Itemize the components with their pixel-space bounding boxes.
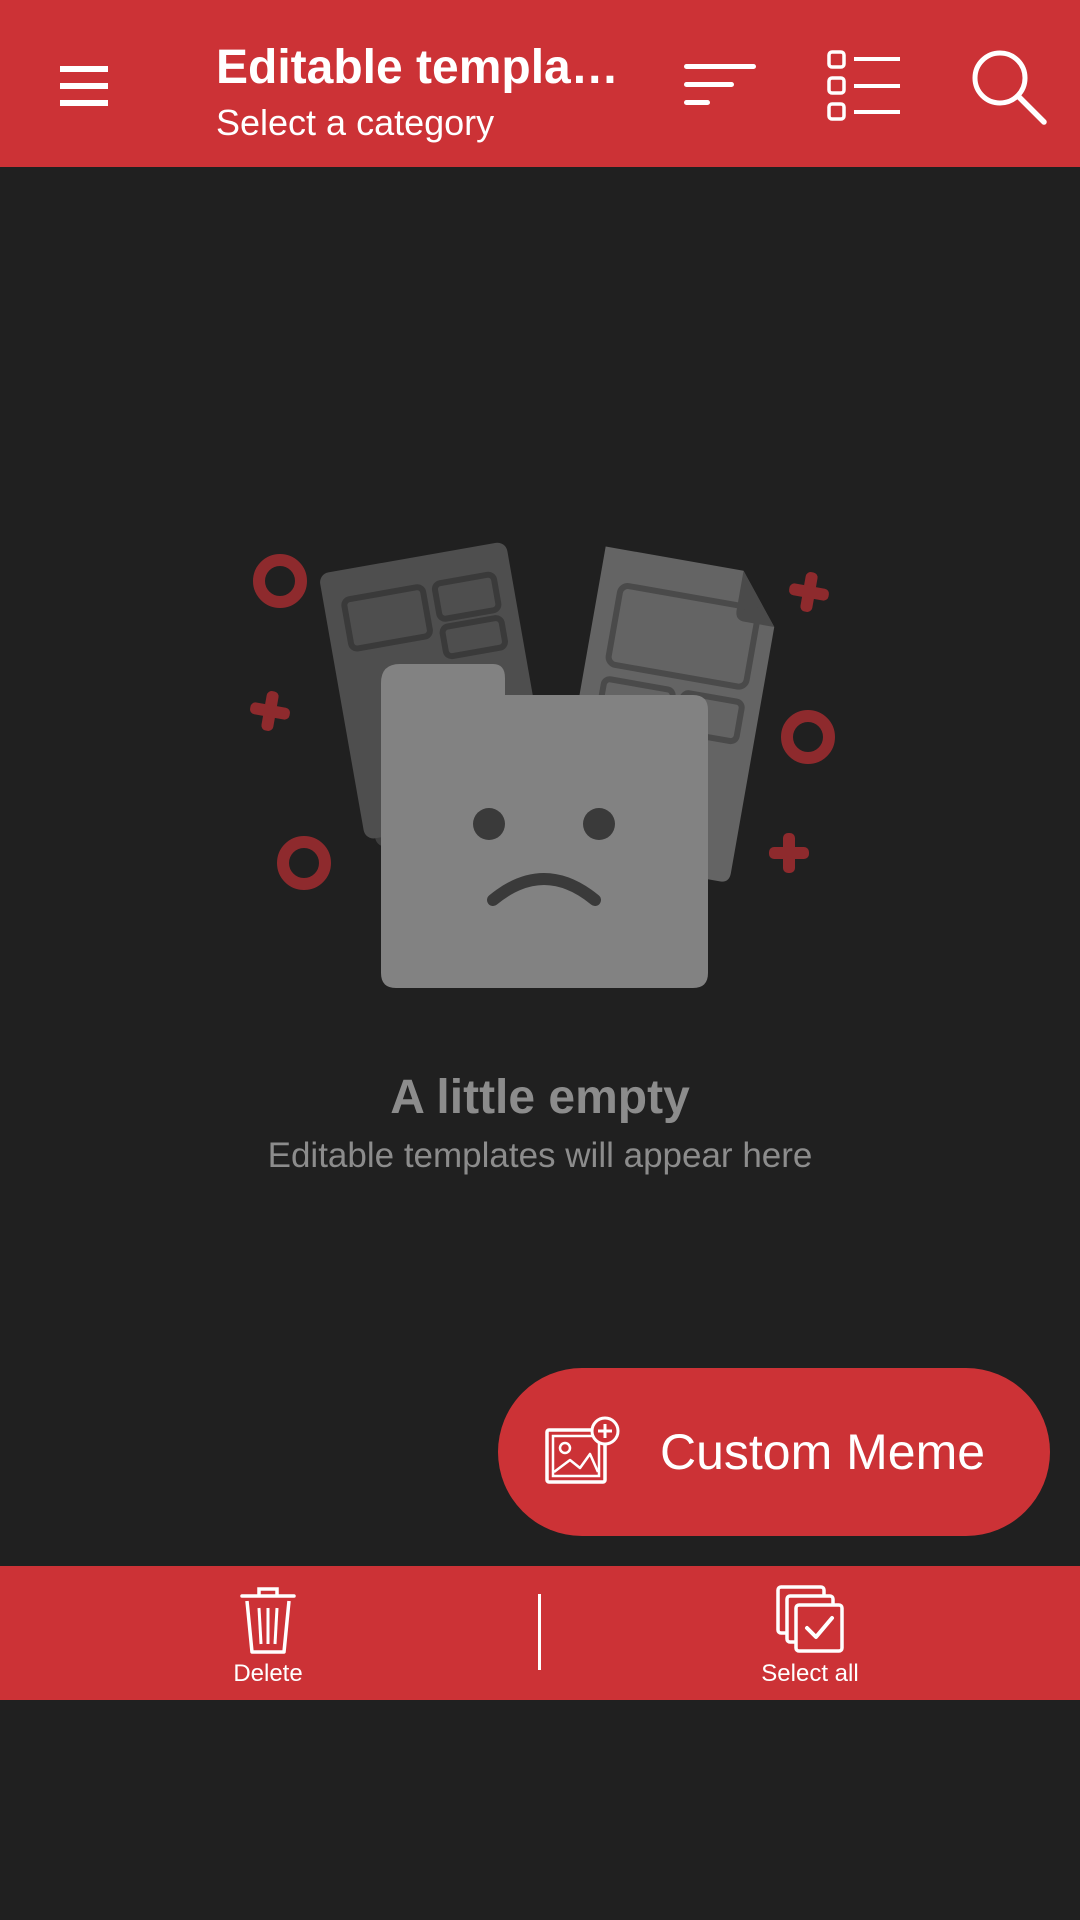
empty-state-subtitle: Editable templates will appear here xyxy=(267,1136,813,1175)
trash-icon xyxy=(240,1587,296,1654)
top-app-bar: Editable templa… Select a category xyxy=(0,0,1080,167)
custom-meme-button[interactable]: Custom Meme xyxy=(498,1368,1050,1536)
plus-decoration xyxy=(789,572,829,612)
menu-button[interactable] xyxy=(34,36,134,136)
ring-decoration xyxy=(277,836,331,890)
plus-decoration xyxy=(769,833,809,873)
list-view-icon xyxy=(827,50,900,121)
delete-button[interactable]: Delete xyxy=(0,1566,539,1700)
folder xyxy=(381,664,708,988)
plus-decoration xyxy=(250,691,290,731)
title-block[interactable]: Editable templa… Select a category xyxy=(216,38,636,148)
screen: Editable templa… Select a category A lit… xyxy=(0,0,1080,1920)
page-subtitle: Select a category xyxy=(216,102,495,143)
list-view-button[interactable] xyxy=(814,36,914,136)
sort-button[interactable] xyxy=(670,36,770,136)
add-image-icon xyxy=(545,1416,620,1484)
sort-icon xyxy=(684,64,756,105)
search-icon xyxy=(972,50,1047,125)
folder-right-eye xyxy=(583,808,615,840)
sad-folder-illustration xyxy=(250,542,835,988)
custom-meme-label: Custom Meme xyxy=(660,1424,986,1480)
select-all-label: Select all xyxy=(761,1660,859,1687)
empty-state-title: A little empty xyxy=(390,1071,690,1124)
search-button[interactable] xyxy=(958,36,1058,136)
select-all-icon xyxy=(775,1585,844,1653)
select-all-button[interactable]: Select all xyxy=(541,1566,1080,1700)
ring-decoration xyxy=(781,710,835,764)
folder-left-eye xyxy=(473,808,505,840)
page-title: Editable templa… xyxy=(216,41,619,94)
bottom-action-bar: Delete Select all xyxy=(0,1566,1080,1700)
menu-icon xyxy=(60,66,108,106)
ring-decoration xyxy=(253,554,307,608)
delete-label: Delete xyxy=(233,1660,303,1687)
